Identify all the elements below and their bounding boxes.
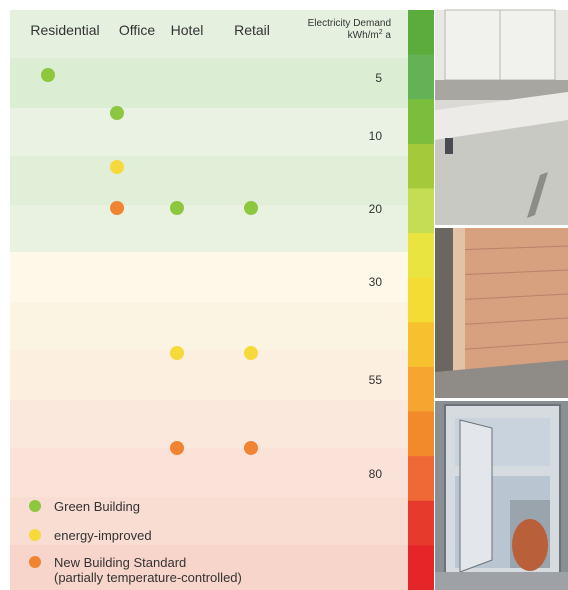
category-label: Hotel (171, 22, 204, 38)
y-tick-label: 80 (369, 467, 383, 481)
y-tick-label: 30 (369, 275, 383, 289)
background-band (10, 350, 408, 400)
color-scale-segment (408, 188, 434, 234)
color-scale-segment (408, 322, 434, 368)
background-band (10, 108, 408, 156)
category-label: Retail (234, 22, 270, 38)
data-point (244, 201, 258, 215)
color-scale-segment (408, 143, 434, 189)
category-label: Residential (30, 22, 99, 38)
color-scale-segment (408, 54, 434, 100)
color-scale-segment (408, 411, 434, 457)
photo-corridor (435, 9, 568, 225)
legend-label: New Building Standard (54, 555, 186, 570)
chart-svg: Residential Office Hotel Retail Electricity… (10, 9, 568, 590)
y-axis-title-line1: Electricity Demand (308, 18, 391, 29)
category-labels: Residential Office Hotel Retail (30, 22, 270, 38)
y-axis-unit: kWh/m2 a (348, 29, 392, 41)
legend-marker (29, 556, 41, 568)
data-point (170, 201, 184, 215)
legend-marker (29, 500, 41, 512)
color-scale-segment (408, 500, 434, 546)
data-point (244, 346, 258, 360)
data-point (170, 346, 184, 360)
background-band (10, 205, 408, 252)
data-point (110, 160, 124, 174)
y-tick-label: 5 (375, 71, 382, 85)
y-tick-label: 10 (369, 129, 383, 143)
color-scale-segment (408, 366, 434, 413)
data-point (110, 106, 124, 120)
category-label: Office (119, 22, 156, 38)
color-scale-segment (408, 99, 434, 145)
data-point (110, 201, 124, 215)
chart-figure: Residential Office Hotel Retail Electricity… (0, 0, 568, 590)
legend-label: energy-improved (54, 528, 152, 543)
color-scale-segment (408, 456, 434, 502)
color-scale-segment (408, 277, 434, 323)
background-band (10, 302, 408, 350)
legend-label-line2: (partially temperature-controlled) (54, 570, 242, 585)
color-scale-segment (408, 545, 434, 590)
background-band (10, 58, 408, 108)
color-scale-segment (408, 233, 434, 279)
photo-panel (435, 9, 568, 590)
photo-cladding (435, 228, 568, 398)
legend-marker (29, 529, 41, 541)
y-tick-label: 55 (369, 373, 383, 387)
data-point (244, 441, 258, 455)
data-point (170, 441, 184, 455)
y-tick-label: 20 (369, 202, 383, 216)
background-band (10, 400, 408, 448)
background-band (10, 156, 408, 205)
background-band (10, 448, 408, 497)
data-point (41, 68, 55, 82)
background-band (10, 252, 408, 302)
color-scale-segment (408, 10, 434, 56)
color-scale (408, 10, 434, 590)
photo-window (435, 401, 568, 590)
legend-label: Green Building (54, 499, 140, 514)
